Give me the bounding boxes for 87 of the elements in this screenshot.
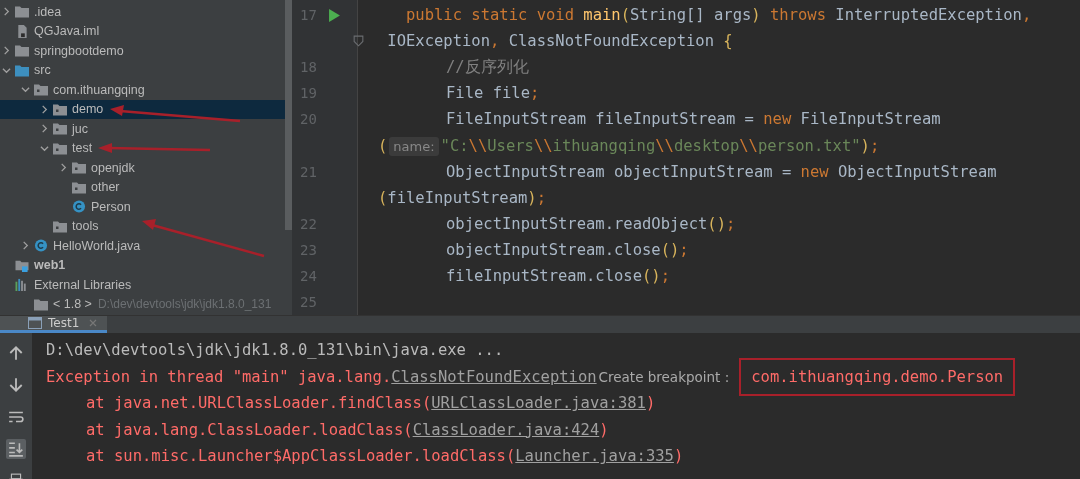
folder-icon [15,44,29,58]
tree-item[interactable]: test [0,138,285,158]
item-label: HelloWorld.java [53,238,141,253]
console-text: at java.net.URLClassLoader.findClass( [86,394,432,413]
code-line: public static void main(String[] args) throws InterruptedException, [406,6,1032,25]
package-icon [53,102,67,116]
code-line: FileInputStream fileInputStream = new FileInputStream [446,110,941,129]
item-label: other [91,180,120,195]
tree-item[interactable]: openjdk [0,158,285,178]
package-icon [53,219,67,233]
chevron-icon[interactable] [39,143,49,153]
item-label: < 1.8 > [53,297,92,312]
tree-item[interactable]: Person [0,197,285,217]
libraries-icon [15,278,29,292]
scrollbar-thumb[interactable] [285,0,292,230]
code-line: (fileInputStream); [378,188,546,207]
chevron-icon[interactable] [1,7,11,17]
item-label: src [34,63,51,78]
package-icon [72,161,86,175]
chevron-icon[interactable] [39,104,49,114]
item-label: External Libraries [34,277,132,292]
run-icon[interactable] [328,8,340,22]
console-text: at sun.misc.Launcher$AppClassLoader.loadClass( [86,447,516,466]
highlighted-class-name: com.ithuangqing.demo.Person [739,357,1016,396]
console-text: ) [673,447,684,466]
tree-item[interactable]: .idea [0,2,285,22]
chevron-icon[interactable] [39,124,49,134]
code-line: objectInputStream.close(); [446,240,689,259]
item-label: juc [72,121,88,136]
package-icon [72,180,86,194]
console-text: ) [645,394,656,413]
chevron-icon[interactable] [20,85,30,95]
run-tab[interactable]: Test1 [0,316,108,334]
scroll-to-end-icon[interactable] [6,439,26,460]
folder-icon [15,63,29,77]
tree-item[interactable]: External Libraries [0,275,285,295]
item-label: openjdk [91,160,135,175]
code-line: IOException, ClassNotFoundException { [386,32,733,51]
tree-item[interactable]: web1 [0,255,285,275]
tree-item[interactable]: QGJava.iml [0,21,285,41]
chevron-icon[interactable] [58,163,68,173]
code-line: objectInputStream.readObject(); [446,214,736,233]
tree-item[interactable]: juc [0,119,285,139]
console-text: at java.lang.ClassLoader.loadClass( [86,420,413,439]
code-line: ( name: "C:\\Users\\ithuangqing\\desktop\\person.txt"); [378,136,880,155]
source-link[interactable]: Launcher.java:335 [515,447,674,466]
item-label: com.ithuangqing [53,82,145,97]
chevron-icon[interactable] [20,241,30,251]
code-line: ObjectInputStream objectInputStream = new ObjectInputStream [446,162,997,181]
source-link[interactable]: ClassNotFoundException [391,367,597,386]
code-line: File file; [446,84,540,103]
folder-icon [15,5,29,19]
console-text: ) [599,420,609,439]
item-label: Person [91,199,131,214]
fold-icon[interactable] [353,34,364,48]
source-link[interactable]: ClassLoader.java:424 [412,420,600,439]
item-label: springbootdemo [34,43,124,58]
item-label: .idea [34,4,62,19]
tree-item[interactable]: springbootdemo [0,41,285,61]
console-text: Exception in thread "main" java.lang. [46,367,392,386]
item-label: test [72,141,93,156]
item-label: web1 [34,258,66,273]
tree-item[interactable]: tools [0,216,285,236]
package-icon [53,122,67,136]
console-icon [28,317,42,330]
source-link[interactable]: URLClassLoader.java:381 [431,394,646,413]
class-icon [34,239,48,253]
file-icon [15,24,29,38]
item-label: demo [72,102,104,117]
console-text: D:\dev\devtools\jdk\jdk1.8.0_131\bin\java.exe ... [46,341,504,360]
package-icon [53,141,67,155]
tree-item[interactable]: other [0,177,285,197]
chevron-icon[interactable] [1,46,11,56]
code-line: //反序列化 [446,56,529,78]
tree-item[interactable]: HelloWorld.java [0,236,285,256]
tree-item[interactable]: demo [0,99,285,119]
breakpoint-hint: Create breakpoint : [598,368,730,385]
tree-item[interactable]: com.ithuangqing [0,80,285,100]
package-icon [34,83,48,97]
folder-icon [34,297,48,311]
code-line: fileInputStream.close(); [446,267,670,285]
item-label: tools [72,219,99,234]
tree-item[interactable]: src [0,60,285,80]
class-icon [72,200,86,214]
chevron-icon[interactable] [1,65,11,75]
module-icon [15,258,29,272]
item-label: QGJava.iml [34,24,100,39]
